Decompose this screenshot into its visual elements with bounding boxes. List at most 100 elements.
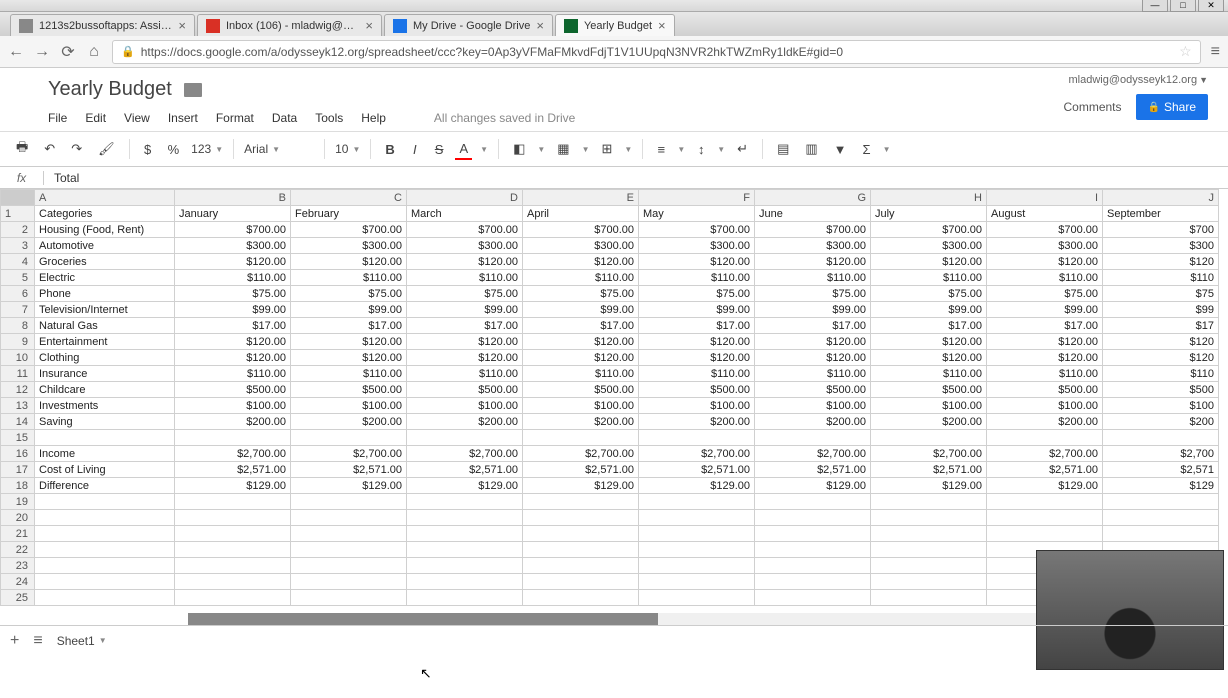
cell[interactable]	[987, 510, 1103, 526]
cell[interactable]: $129.00	[291, 478, 407, 494]
cell[interactable]: $99.00	[175, 302, 291, 318]
cell[interactable]: $2,571.00	[871, 462, 987, 478]
cell[interactable]	[523, 526, 639, 542]
row-header[interactable]: 10	[1, 350, 35, 366]
cell[interactable]	[755, 430, 871, 446]
cell[interactable]	[35, 542, 175, 558]
cell[interactable]	[407, 510, 523, 526]
cell[interactable]	[987, 430, 1103, 446]
row-header[interactable]: 1	[1, 206, 35, 222]
cell[interactable]: $700.00	[175, 222, 291, 238]
cell[interactable]: $100.00	[755, 398, 871, 414]
close-icon[interactable]: ×	[178, 18, 186, 33]
cell[interactable]: $300.00	[871, 238, 987, 254]
cell[interactable]: $120.00	[639, 350, 755, 366]
cell[interactable]: $120.00	[987, 254, 1103, 270]
cell[interactable]	[639, 430, 755, 446]
cell[interactable]: Income	[35, 446, 175, 462]
cell[interactable]	[871, 558, 987, 574]
cell[interactable]: $110.00	[755, 270, 871, 286]
cell[interactable]: $2,571.00	[523, 462, 639, 478]
cell[interactable]: $75.00	[407, 286, 523, 302]
menu-file[interactable]: File	[48, 111, 67, 125]
scrollbar-thumb[interactable]	[188, 613, 658, 625]
cell[interactable]: $300	[1103, 238, 1219, 254]
cell[interactable]	[175, 574, 291, 590]
cell[interactable]	[755, 590, 871, 606]
folder-icon[interactable]	[184, 83, 202, 97]
tab-drive[interactable]: My Drive - Google Drive×	[384, 14, 553, 36]
font-size-select[interactable]: 10▼	[335, 142, 360, 156]
cell[interactable]: January	[175, 206, 291, 222]
menu-insert[interactable]: Insert	[168, 111, 198, 125]
cell[interactable]: Entertainment	[35, 334, 175, 350]
cell[interactable]: $2,700.00	[871, 446, 987, 462]
chevron-down-icon[interactable]: ▼	[537, 145, 545, 154]
cell[interactable]	[871, 526, 987, 542]
cell[interactable]: $75.00	[755, 286, 871, 302]
cell[interactable]	[175, 510, 291, 526]
cell[interactable]	[755, 526, 871, 542]
cell[interactable]: $110.00	[871, 270, 987, 286]
cell[interactable]: $120.00	[987, 350, 1103, 366]
cell[interactable]: April	[523, 206, 639, 222]
cell[interactable]	[871, 494, 987, 510]
cell[interactable]	[1103, 494, 1219, 510]
row-header[interactable]: 11	[1, 366, 35, 382]
chevron-down-icon[interactable]: ▼	[677, 145, 685, 154]
row-header[interactable]: 15	[1, 430, 35, 446]
cell[interactable]: $99.00	[639, 302, 755, 318]
cell[interactable]: $2,571.00	[175, 462, 291, 478]
cell[interactable]: $129.00	[407, 478, 523, 494]
cell[interactable]	[291, 558, 407, 574]
cell[interactable]: $500.00	[523, 382, 639, 398]
cell[interactable]: $2,700.00	[175, 446, 291, 462]
row-header[interactable]: 9	[1, 334, 35, 350]
cell[interactable]: $110.00	[639, 270, 755, 286]
cell[interactable]: $200.00	[407, 414, 523, 430]
cell[interactable]	[291, 430, 407, 446]
close-window-button[interactable]: ✕	[1198, 0, 1224, 12]
cell[interactable]: $120.00	[523, 350, 639, 366]
cell[interactable]	[175, 542, 291, 558]
cell[interactable]: $200.00	[175, 414, 291, 430]
cell[interactable]: $700.00	[871, 222, 987, 238]
cell[interactable]: Saving	[35, 414, 175, 430]
cell[interactable]	[755, 494, 871, 510]
cell[interactable]: $99	[1103, 302, 1219, 318]
column-header[interactable]: G	[755, 190, 871, 206]
cell[interactable]	[291, 494, 407, 510]
cell[interactable]: Categories	[35, 206, 175, 222]
cell[interactable]: March	[407, 206, 523, 222]
menu-data[interactable]: Data	[272, 111, 297, 125]
menu-edit[interactable]: Edit	[85, 111, 106, 125]
cell[interactable]: $110.00	[407, 366, 523, 382]
cell[interactable]: $300.00	[987, 238, 1103, 254]
cell[interactable]: $17.00	[523, 318, 639, 334]
cell[interactable]: $100.00	[987, 398, 1103, 414]
cell[interactable]: $120.00	[871, 254, 987, 270]
formula-input[interactable]: Total	[44, 171, 79, 185]
all-sheets-button[interactable]: ≡	[33, 632, 42, 650]
cell[interactable]: Insurance	[35, 366, 175, 382]
row-header[interactable]: 22	[1, 542, 35, 558]
cell[interactable]: June	[755, 206, 871, 222]
cell[interactable]: $99.00	[291, 302, 407, 318]
row-header[interactable]: 2	[1, 222, 35, 238]
cell[interactable]: $120	[1103, 334, 1219, 350]
row-header[interactable]: 8	[1, 318, 35, 334]
cell[interactable]: $300.00	[291, 238, 407, 254]
cell[interactable]: $110.00	[175, 366, 291, 382]
paint-format-icon[interactable]: 🖌	[94, 139, 119, 159]
cell[interactable]: $99.00	[755, 302, 871, 318]
cell[interactable]	[523, 542, 639, 558]
cell[interactable]: $120.00	[407, 254, 523, 270]
cell[interactable]: $75.00	[639, 286, 755, 302]
cell[interactable]: $110	[1103, 366, 1219, 382]
cell[interactable]: $120.00	[639, 334, 755, 350]
cell[interactable]: $700	[1103, 222, 1219, 238]
cell[interactable]: $129.00	[987, 478, 1103, 494]
cell[interactable]: $110.00	[523, 366, 639, 382]
functions-icon[interactable]: Σ	[859, 140, 875, 159]
column-header[interactable]: A	[35, 190, 175, 206]
